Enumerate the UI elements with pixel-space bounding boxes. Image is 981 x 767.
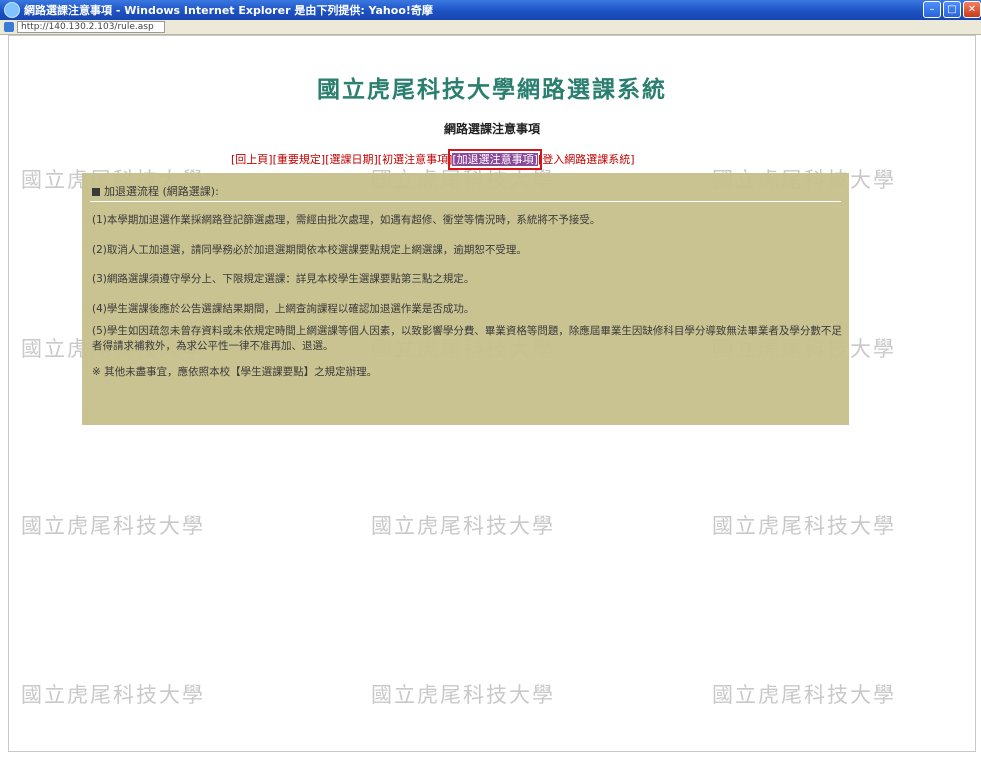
page-subtitle: 網路選課注意事項: [443, 122, 540, 136]
watermark-text: 國立虎尾科技大學: [712, 683, 896, 707]
close-button[interactable]: ✕: [963, 1, 981, 18]
page-heading: 國立虎尾科技大學網路選課系統: [317, 76, 667, 103]
panel-divider: [90, 201, 841, 202]
nav-link-add-drop-notes[interactable]: [加退選注意事項]: [448, 149, 542, 170]
title-bar: 網路選課注意事項 - Windows Internet Explorer 是由下…: [0, 0, 981, 20]
page-icon: [4, 22, 14, 32]
window-controls: – □ ✕: [923, 1, 981, 18]
nav-link-important-rules[interactable]: [重要規定]: [273, 153, 326, 166]
notice-item: (5)學生如因疏忽未曾存資料或未依規定時間上網選課等個人因素，以致影響學分費、畢…: [92, 325, 842, 352]
notice-item: ※ 其他未盡事宜，應依照本校【學生選課要點】之規定辦理。: [92, 366, 378, 378]
watermark-text: 國立虎尾科技大學: [21, 683, 205, 707]
address-bar: http://140.130.2.103/rule.asp: [0, 20, 981, 35]
nav-links: [回上頁][重要規定][選課日期][初選注意事項][加退選注意事項][登入網路選…: [231, 149, 635, 170]
notice-item: (2)取消人工加退選，請同學務必於加退選期間依本校選課要點規定上網選課，逾期恕不…: [92, 244, 527, 256]
nav-link-login-system[interactable]: [登入網路選課系統]: [538, 153, 635, 166]
minimize-button[interactable]: –: [923, 1, 941, 18]
maximize-button[interactable]: □: [943, 1, 961, 18]
notice-item: (3)網路選課須遵守學分上、下限規定選課：詳見本校學生選課要點第三點之規定。: [92, 273, 475, 285]
notice-item: (1)本學期加退選作業採網路登記篩選處理，需經由批次處理，如遇有超修、衝堂等情況…: [92, 214, 601, 226]
watermark-text: 國立虎尾科技大學: [371, 683, 555, 707]
notice-item: (4)學生選課後應於公告選課結果期間，上網查詢課程以確認加退選作業是否成功。: [92, 303, 475, 315]
bullet-square-icon: [92, 188, 100, 196]
watermark-text: 國立虎尾科技大學: [371, 514, 555, 538]
watermark-text: 國立虎尾科技大學: [712, 514, 896, 538]
url-field[interactable]: http://140.130.2.103/rule.asp: [17, 21, 165, 33]
add-drop-notes-panel: 加退選流程 (網路選課): (1)本學期加退選作業採網路登記篩選處理，需經由批次…: [82, 173, 849, 425]
panel-header: 加退選流程 (網路選課):: [92, 183, 219, 199]
watermark-text: 國立虎尾科技大學: [21, 514, 205, 538]
page-content: 國立虎尾科技大學 國立虎尾科技大學 國立虎尾科技大學 國立虎尾科技大學 國立虎尾…: [8, 35, 976, 752]
nav-link-initial-selection-notes[interactable]: [初選注意事項]: [378, 153, 453, 166]
ie-logo-icon: [4, 2, 20, 18]
panel-title: 加退選流程 (網路選課):: [104, 185, 219, 198]
nav-link-course-dates[interactable]: [選課日期]: [325, 153, 378, 166]
window-title: 網路選課注意事項 - Windows Internet Explorer 是由下…: [24, 4, 433, 17]
nav-link-back[interactable]: [回上頁]: [231, 153, 273, 166]
